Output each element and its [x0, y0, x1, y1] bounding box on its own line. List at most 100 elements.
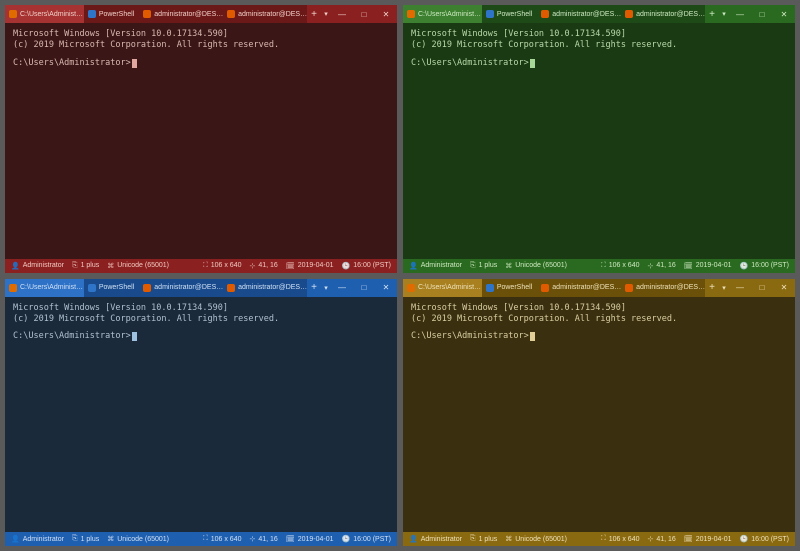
status-right-item[interactable]: ⊹41, 16	[249, 262, 277, 270]
status-left-item[interactable]: 👤Administrator	[11, 262, 64, 270]
status-left-item[interactable]: 👤Administrator	[409, 262, 462, 270]
status-left-item[interactable]: ⌘Unicode (65001)	[107, 535, 169, 543]
tab-2[interactable]: administrator@DES…×	[139, 5, 223, 23]
profile-dropdown-icon[interactable]: ▾	[321, 5, 331, 23]
status-right-item[interactable]: ⛶106 x 640	[601, 535, 640, 543]
new-tab-button[interactable]: +	[705, 279, 719, 297]
status-icon: 🕒	[342, 262, 351, 270]
status-left-item[interactable]: ⎘1 plus	[470, 535, 497, 543]
status-left-item[interactable]: ⌘Unicode (65001)	[107, 262, 169, 270]
tab-2[interactable]: administrator@DES…×	[139, 279, 223, 297]
status-icon: 👤	[409, 262, 418, 270]
maximize-button[interactable]: □	[353, 5, 375, 23]
profile-dropdown-icon[interactable]: ▾	[719, 5, 729, 23]
status-left-item[interactable]: ⎘1 plus	[470, 262, 497, 270]
terminal-window-blue: C:\Users\Administ…×PowerShell×administra…	[5, 279, 397, 547]
status-left-item[interactable]: ⎘1 plus	[72, 535, 99, 543]
status-text: 16:00 (PST)	[353, 262, 391, 269]
tab-0[interactable]: C:\Users\Administ…×	[5, 5, 84, 23]
terminal-body[interactable]: Microsoft Windows [Version 10.0.17134.59…	[5, 23, 397, 259]
tab-label: C:\Users\Administ…	[418, 284, 481, 291]
status-icon: ⌘	[505, 535, 512, 543]
close-button[interactable]: ✕	[773, 279, 795, 297]
status-right-item[interactable]: ⊹41, 16	[647, 262, 675, 270]
status-left-item[interactable]: 👤Administrator	[409, 535, 462, 543]
status-left-item[interactable]: ⌘Unicode (65001)	[505, 535, 567, 543]
tab-3[interactable]: administrator@DES…×	[621, 5, 705, 23]
new-tab-button[interactable]: +	[307, 279, 321, 297]
status-right-item[interactable]: 🕒16:00 (PST)	[342, 535, 391, 543]
status-text: 1 plus	[81, 536, 100, 543]
terminal-body[interactable]: Microsoft Windows [Version 10.0.17134.59…	[403, 297, 795, 533]
status-text: 16:00 (PST)	[353, 536, 391, 543]
status-right-item[interactable]: 🗓2019-04-01	[286, 535, 334, 543]
status-right-item[interactable]: ⛶106 x 640	[203, 262, 242, 270]
maximize-button[interactable]: □	[353, 279, 375, 297]
maximize-button[interactable]: □	[751, 279, 773, 297]
status-right-item[interactable]: 🕒16:00 (PST)	[342, 262, 391, 270]
status-text: 41, 16	[656, 262, 675, 269]
status-icon: 👤	[11, 535, 20, 543]
status-icon: ⎘	[470, 262, 476, 270]
status-icon: ⛶	[203, 262, 208, 270]
maximize-button[interactable]: □	[751, 5, 773, 23]
minimize-button[interactable]: —	[331, 5, 353, 23]
status-icon: 🗓	[684, 535, 693, 543]
close-button[interactable]: ✕	[375, 5, 397, 23]
status-icon: ⌘	[107, 535, 114, 543]
new-tab-button[interactable]: +	[307, 5, 321, 23]
console-line: Microsoft Windows [Version 10.0.17134.59…	[13, 303, 389, 314]
status-right-item[interactable]: ⛶106 x 640	[203, 535, 242, 543]
tab-0[interactable]: C:\Users\Administ…×	[5, 279, 84, 297]
close-button[interactable]: ✕	[375, 279, 397, 297]
status-icon: ⎘	[72, 262, 78, 270]
status-right-item[interactable]: 🕒16:00 (PST)	[740, 535, 789, 543]
tab-1[interactable]: PowerShell×	[84, 279, 139, 297]
terminal-body[interactable]: Microsoft Windows [Version 10.0.17134.59…	[5, 297, 397, 533]
terminal-body[interactable]: Microsoft Windows [Version 10.0.17134.59…	[403, 23, 795, 259]
status-right-item[interactable]: 🗓2019-04-01	[286, 262, 334, 270]
status-icon: ⎘	[72, 535, 78, 543]
tab-0[interactable]: C:\Users\Administ…×	[403, 5, 482, 23]
tab-strip: C:\Users\Administ…×PowerShell×administra…	[5, 279, 307, 297]
tab-strip: C:\Users\Administ…×PowerShell×administra…	[5, 5, 307, 23]
minimize-button[interactable]: —	[331, 279, 353, 297]
status-icon: 🕒	[740, 535, 749, 543]
minimize-button[interactable]: —	[729, 5, 751, 23]
tab-3[interactable]: administrator@DES…×	[621, 279, 705, 297]
status-text: Unicode (65001)	[117, 536, 169, 543]
tab-label: administrator@DES…	[636, 284, 705, 291]
close-button[interactable]: ✕	[773, 5, 795, 23]
cursor-icon	[530, 59, 535, 68]
status-right-item[interactable]: 🕒16:00 (PST)	[740, 262, 789, 270]
statusbar: 👤Administrator ⎘1 plus ⌘Unicode (65001) ⛶10…	[403, 532, 795, 546]
status-text: 2019-04-01	[298, 262, 334, 269]
tab-profile-icon	[227, 284, 235, 292]
tab-3[interactable]: administrator@DES…×	[223, 279, 307, 297]
profile-dropdown-icon[interactable]: ▾	[719, 279, 729, 297]
status-text: 1 plus	[479, 262, 498, 269]
console-line: (c) 2019 Microsoft Corporation. All righ…	[411, 40, 787, 51]
new-tab-button[interactable]: +	[705, 5, 719, 23]
status-left-item[interactable]: 👤Administrator	[11, 535, 64, 543]
tab-2[interactable]: administrator@DES…×	[537, 279, 621, 297]
status-right-item[interactable]: 🗓2019-04-01	[684, 535, 732, 543]
statusbar: 👤Administrator ⎘1 plus ⌘Unicode (65001) ⛶10…	[5, 259, 397, 273]
tab-1[interactable]: PowerShell×	[482, 5, 537, 23]
status-left-item[interactable]: ⎘1 plus	[72, 262, 99, 270]
status-right-item[interactable]: ⊹41, 16	[647, 535, 675, 543]
tab-1[interactable]: PowerShell×	[482, 279, 537, 297]
prompt-line: C:\Users\Administrator>	[13, 58, 389, 69]
status-left-item[interactable]: ⌘Unicode (65001)	[505, 262, 567, 270]
tab-2[interactable]: administrator@DES…×	[537, 5, 621, 23]
status-text: 106 x 640	[211, 262, 242, 269]
status-right-item[interactable]: 🗓2019-04-01	[684, 262, 732, 270]
status-right-item[interactable]: ⛶106 x 640	[601, 262, 640, 270]
tab-1[interactable]: PowerShell×	[84, 5, 139, 23]
profile-dropdown-icon[interactable]: ▾	[321, 279, 331, 297]
status-right-item[interactable]: ⊹41, 16	[249, 535, 277, 543]
tab-profile-icon	[407, 284, 415, 292]
minimize-button[interactable]: —	[729, 279, 751, 297]
tab-3[interactable]: administrator@DES…×	[223, 5, 307, 23]
tab-0[interactable]: C:\Users\Administ…×	[403, 279, 482, 297]
